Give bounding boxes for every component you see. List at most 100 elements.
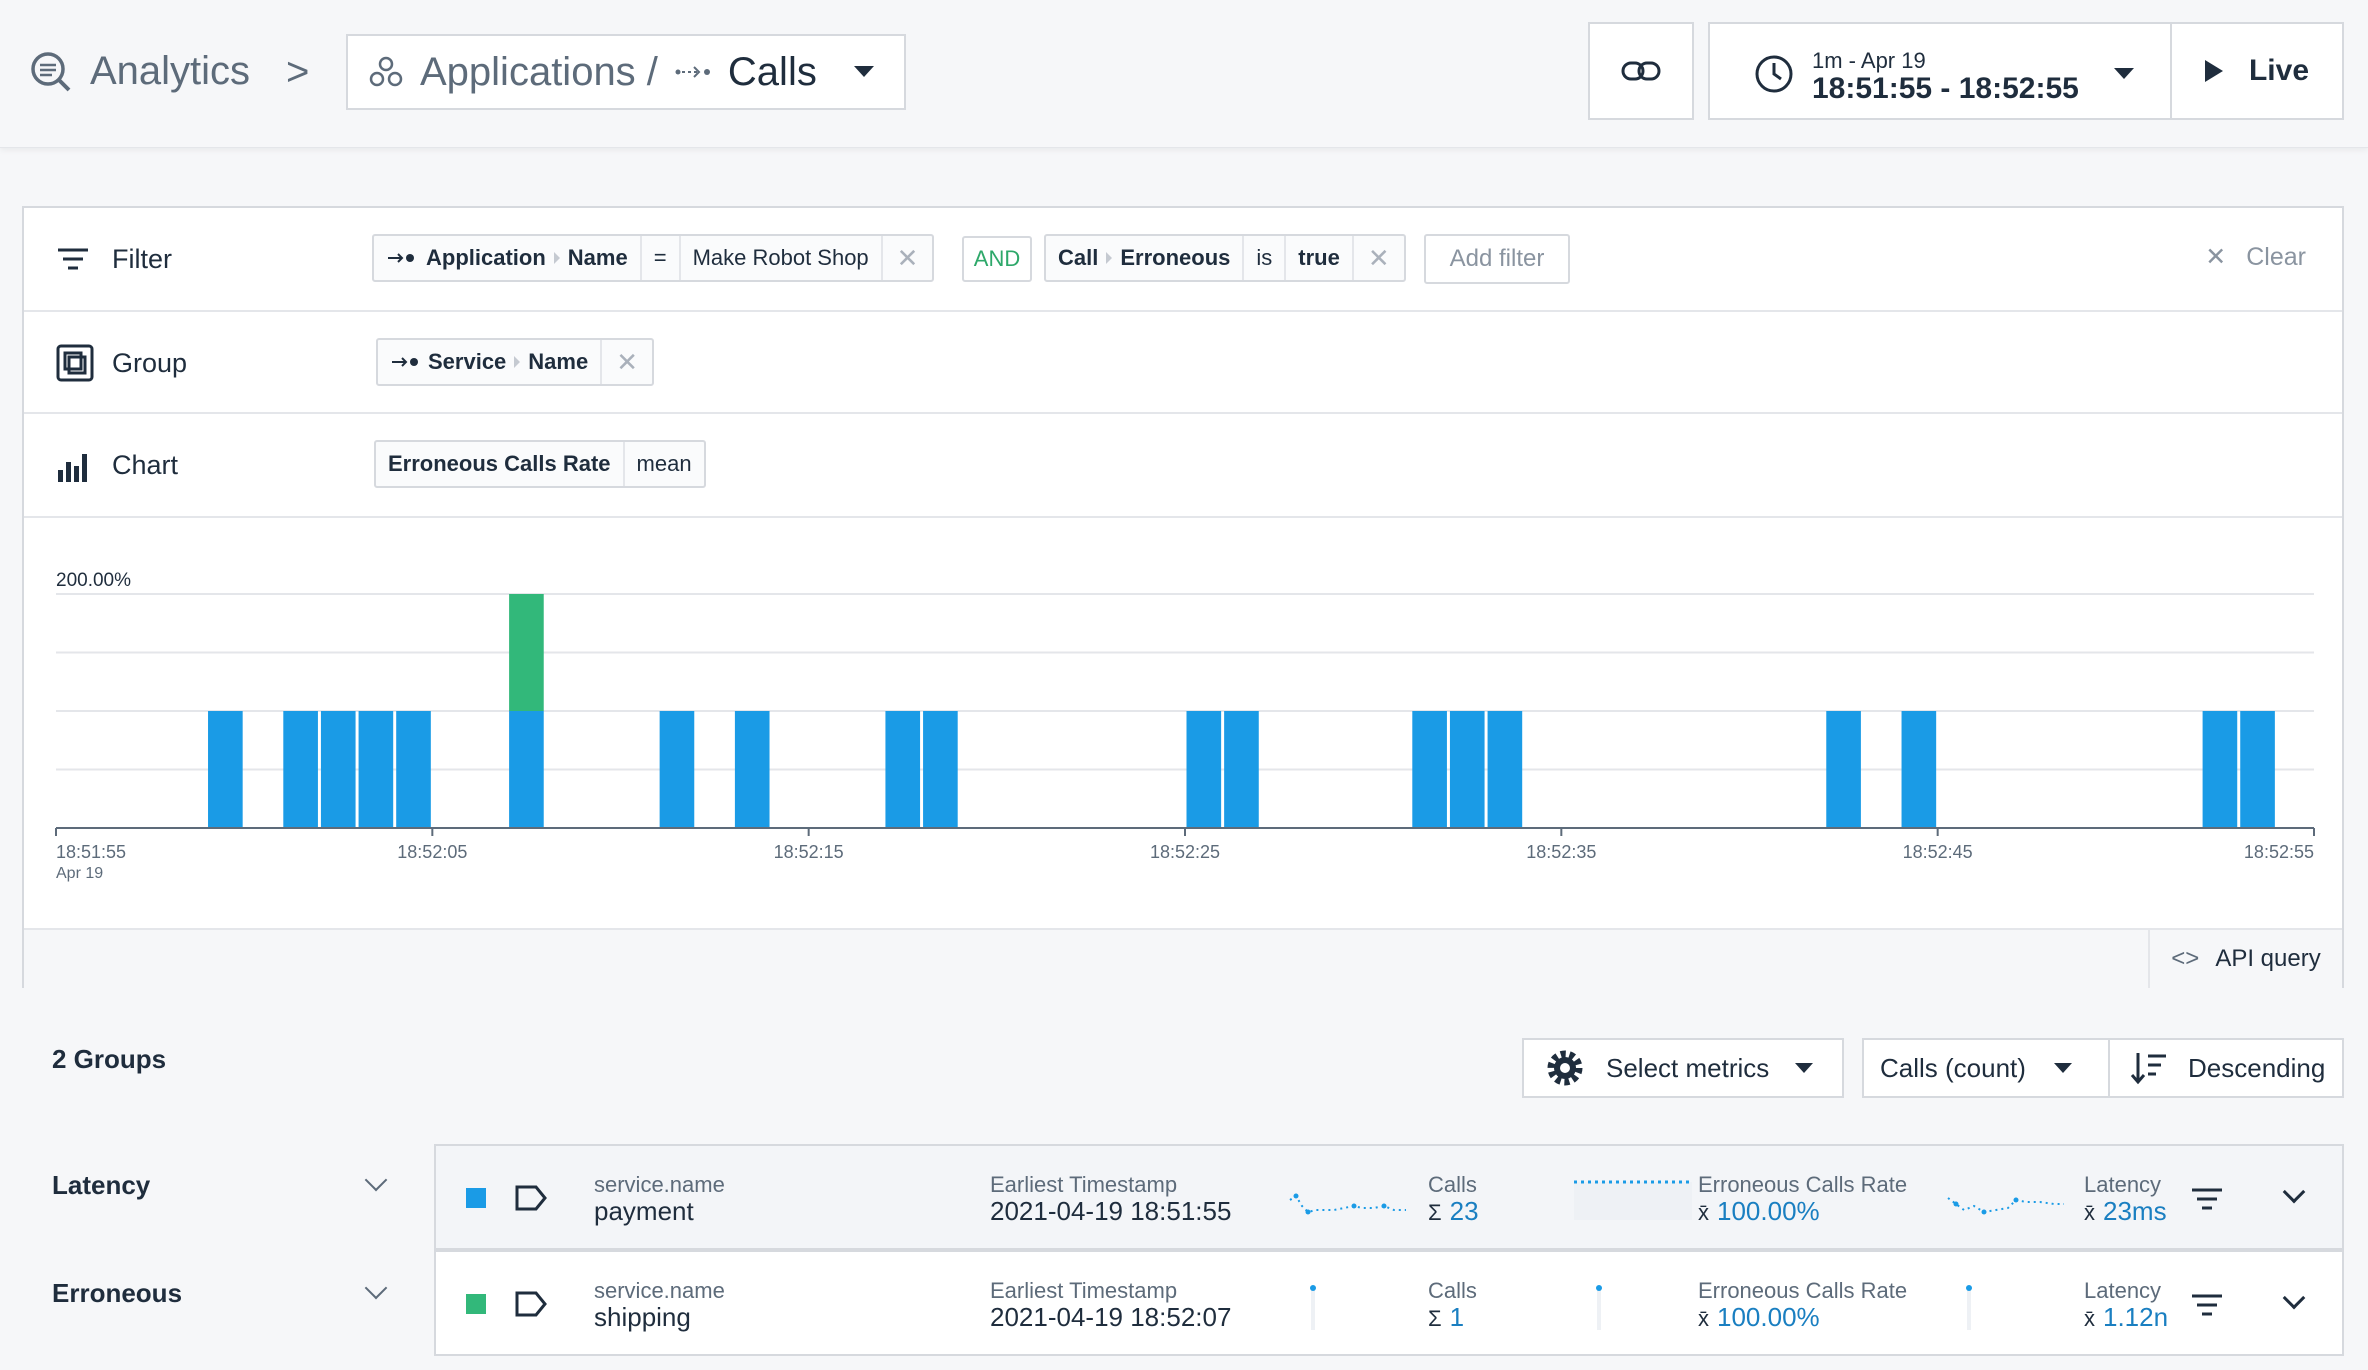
sidebar-item-latency[interactable]: Latency: [52, 1170, 150, 1201]
latency-sparkline: [1947, 1197, 2064, 1215]
filter-label: Filter: [112, 244, 172, 274]
chart-bar: [1826, 711, 1861, 828]
triangle-right-icon: [514, 356, 521, 368]
calls-count: 1: [1449, 1302, 1465, 1332]
latency-label: Latency: [2084, 1278, 2162, 1303]
chart-bar: [2202, 711, 2238, 828]
api-query-label: API query: [2215, 945, 2321, 972]
latency-value: x̄ 1.12n: [2084, 1302, 2172, 1333]
sort-by-select[interactable]: Calls (count): [1862, 1038, 2110, 1098]
timestamp-label: Earliest Timestamp: [990, 1278, 1178, 1303]
chart-bar: [509, 711, 544, 828]
filter-chip-key: Call Erroneous: [1046, 236, 1245, 280]
calls-label: Calls: [727, 49, 817, 94]
chart-config-row: Chart Erroneous Calls Rate mean: [24, 414, 2342, 518]
series-color-swatch: [466, 1294, 486, 1314]
erroneous-rate-sparkline: [1574, 1180, 1692, 1220]
breadcrumb-analytics[interactable]: Analytics: [26, 34, 250, 108]
chart-bar: [734, 711, 770, 828]
and-operator[interactable]: AND: [962, 236, 1032, 282]
latency-label: Latency: [2084, 1172, 2162, 1197]
latency-number: 23ms: [2103, 1196, 2167, 1226]
filter-icon[interactable]: [2190, 1186, 2224, 1212]
copy-link-button[interactable]: [1588, 22, 1694, 120]
chevron-down-icon[interactable]: [364, 1276, 388, 1300]
filter-chip-call[interactable]: Call Erroneous is true ✕: [1044, 234, 1406, 282]
sort-by-label: Calls (count): [1880, 1052, 2026, 1083]
mean-symbol: x̄: [1698, 1306, 1709, 1331]
expand-row-icon[interactable]: [2282, 1286, 2306, 1310]
api-query-bar: <> API query: [24, 928, 2342, 988]
filter-icon[interactable]: [2190, 1292, 2224, 1318]
group-row-payment[interactable]: service.name payment Earliest Timestamp …: [434, 1144, 2344, 1250]
remove-filter-icon[interactable]: ✕: [1354, 236, 1404, 280]
chart-bar: [1901, 711, 1937, 828]
chart-bar: [2240, 711, 2275, 828]
chevron-down-icon: [2053, 1063, 2072, 1073]
clear-filters-button[interactable]: ✕ Clear: [2205, 242, 2306, 272]
expand-row-icon[interactable]: [2282, 1180, 2306, 1204]
chart-bar: [1412, 711, 1447, 828]
chart-bar: [208, 711, 243, 828]
filter-entity: Call: [1058, 245, 1099, 270]
chevron-down-icon[interactable]: [364, 1168, 388, 1192]
calls-value: Σ 23: [1428, 1196, 1479, 1227]
remove-group-icon[interactable]: ✕: [602, 340, 652, 384]
group-chip-key: Service Name: [378, 340, 603, 384]
chevron-down-icon: [2114, 68, 2134, 79]
arrow-dot-icon: [388, 253, 414, 263]
group-row-shipping[interactable]: service.name shipping Earliest Timestamp…: [434, 1250, 2344, 1356]
chart-bar: [1449, 711, 1485, 828]
filter-operator: =: [642, 236, 681, 280]
api-query-button[interactable]: <> API query: [2148, 930, 2342, 988]
filter-chip-key: Application Name: [374, 236, 642, 280]
chart-x-tick-label: 18:52:15: [774, 842, 844, 862]
timestamp-label: Earliest Timestamp: [990, 1172, 1178, 1197]
calls-label: Calls: [1428, 1278, 1477, 1303]
entity-type-select[interactable]: Applications / Calls: [346, 34, 906, 110]
filter-attribute: Erroneous: [1120, 245, 1231, 270]
filter-entity: Application: [426, 245, 546, 270]
chart-bar: [320, 711, 356, 828]
clock-icon: [1755, 55, 1793, 93]
chart-aggregation[interactable]: mean: [625, 442, 704, 486]
group-entity: Service: [428, 349, 507, 374]
triangle-right-icon: [1106, 252, 1113, 264]
chart-bar: [396, 711, 431, 828]
mean-symbol: x̄: [2084, 1200, 2095, 1225]
sort-order-button[interactable]: Descending: [2108, 1038, 2344, 1098]
select-metrics-button[interactable]: Select metrics: [1522, 1038, 1844, 1098]
link-icon: [1621, 61, 1661, 81]
chart-x-date-label: Apr 19: [56, 865, 103, 882]
bar-chart: 200.00% 18:51:55 18:52:05 18:52:15 18:52:25 1…: [55, 570, 2315, 882]
remove-filter-icon[interactable]: ✕: [883, 236, 933, 280]
filter-value: Make Robot Shop: [681, 236, 883, 280]
sum-symbol: Σ: [1428, 1200, 1442, 1225]
erroneous-rate-number: 100.00%: [1717, 1196, 1820, 1226]
chart-metric-chip[interactable]: Erroneous Calls Rate mean: [374, 440, 706, 488]
gear-icon: [1547, 1050, 1583, 1086]
latency-value: x̄ 23ms: [2084, 1196, 2172, 1227]
group-icon: [56, 344, 94, 382]
chart-bar: [1487, 711, 1523, 828]
time-range-picker[interactable]: 1m - Apr 19 18:51:55 - 18:52:55: [1708, 22, 2172, 120]
groups-count: 2 Groups: [52, 1044, 167, 1074]
erroneous-rate-label: Erroneous Calls Rate: [1698, 1172, 1908, 1197]
live-button[interactable]: Live: [2170, 22, 2344, 120]
group-chip-service[interactable]: Service Name ✕: [376, 338, 655, 386]
group-attribute: Name: [528, 349, 589, 374]
chart-metric: Erroneous Calls Rate: [376, 442, 625, 486]
erroneous-rate-label: Erroneous Calls Rate: [1698, 1278, 1908, 1303]
filter-icon: [58, 248, 88, 270]
filter-chip-application[interactable]: Application Name = Make Robot Shop ✕: [372, 234, 935, 282]
analytics-label: Analytics: [90, 48, 251, 93]
chart-bar: [358, 711, 394, 828]
erroneous-rate-number: 100.00%: [1717, 1302, 1820, 1332]
sidebar-item-erroneous[interactable]: Erroneous: [52, 1278, 182, 1309]
chart-x-tick-label: 18:52:45: [1903, 842, 1973, 862]
group-key-value: payment: [594, 1196, 694, 1226]
group-key-label: service.name: [594, 1172, 725, 1197]
add-filter-button[interactable]: Add filter: [1424, 234, 1570, 284]
calls-count: 23: [1449, 1196, 1479, 1226]
play-icon: [2204, 60, 2223, 82]
